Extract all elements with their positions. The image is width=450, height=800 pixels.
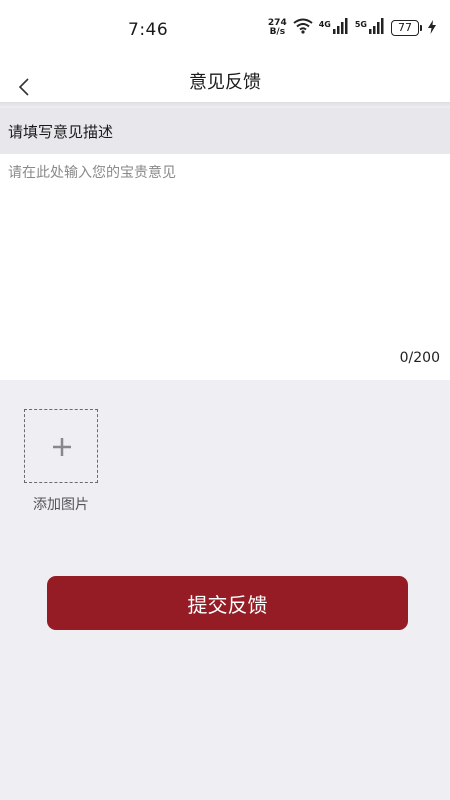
signal-4g: 4G — [319, 18, 349, 38]
nav-bar: 意见反馈 — [0, 60, 450, 104]
signal-5g-label: 5G — [354, 20, 367, 29]
status-bar: 7:46 274 B/s 4G 5G 77 — [0, 0, 450, 60]
network-speed: 274 B/s — [268, 19, 287, 37]
submit-feedback-button[interactable]: 提交反馈 — [47, 576, 408, 630]
signal-5g: 5G — [355, 18, 385, 38]
status-icons: 274 B/s 4G 5G 77 — [268, 17, 436, 39]
charging-bolt-icon — [428, 19, 436, 38]
description-section-header: 请填写意见描述 — [0, 108, 450, 154]
character-counter: 0/200 — [399, 350, 440, 366]
battery-level: 77 — [391, 20, 419, 36]
plus-icon — [53, 438, 71, 456]
add-image-label: 添加图片 — [33, 497, 89, 513]
signal-bars-icon — [332, 18, 349, 38]
description-label: 请填写意见描述 — [8, 123, 114, 141]
network-speed-unit: B/s — [269, 27, 286, 37]
page-title: 意见反馈 — [189, 72, 261, 93]
battery-indicator: 77 — [391, 20, 422, 36]
feedback-textarea[interactable] — [4, 162, 442, 342]
wifi-icon — [293, 18, 313, 38]
signal-bars-icon — [369, 18, 385, 38]
status-time: 7:46 — [128, 20, 169, 40]
signal-4g-label: 4G — [318, 20, 331, 29]
battery-tip — [420, 25, 422, 31]
feedback-input-container: 0/200 — [0, 154, 450, 380]
add-image-button[interactable] — [24, 409, 98, 483]
